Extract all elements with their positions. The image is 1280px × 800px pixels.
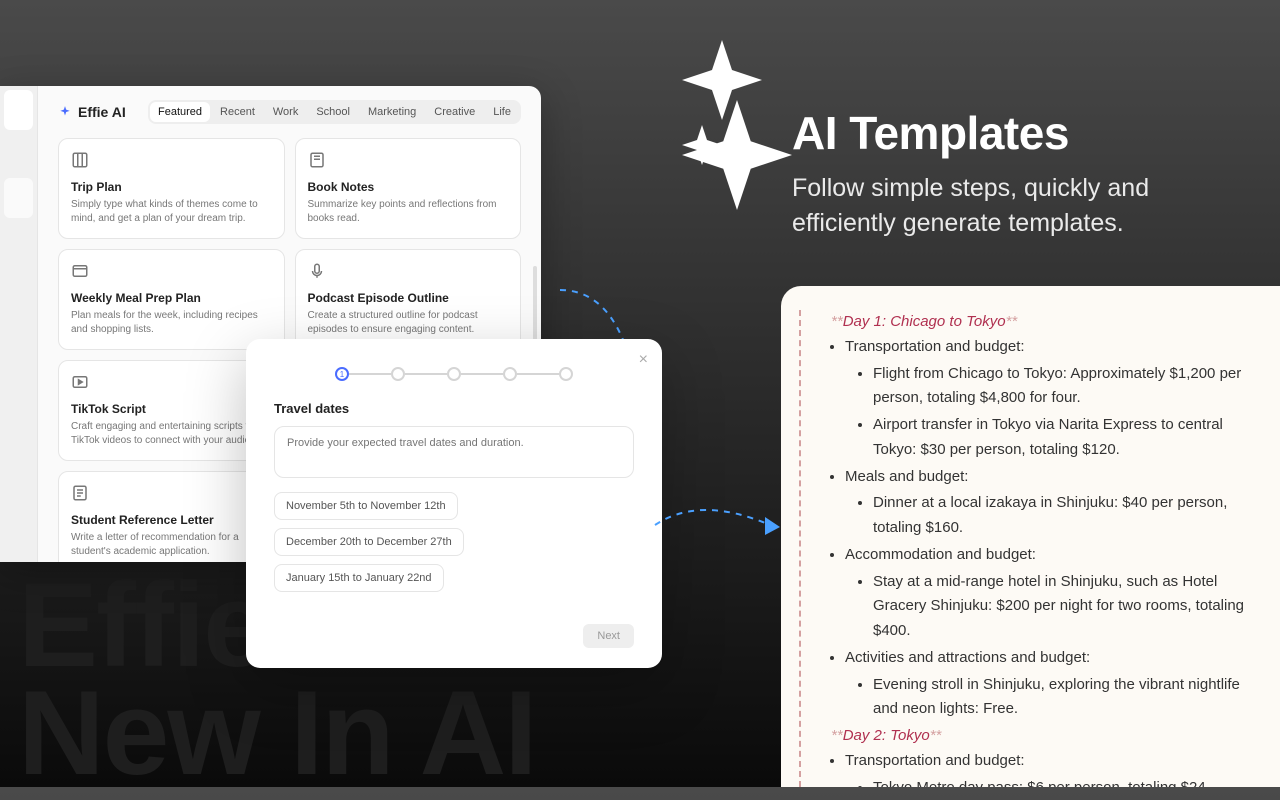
tab-work[interactable]: Work: [265, 102, 306, 122]
card-title: Weekly Meal Prep Plan: [71, 291, 272, 305]
list-item: Airport transfer in Tokyo via Narita Exp…: [873, 413, 1250, 463]
template-card-trip-plan[interactable]: Trip Plan Simply type what kinds of them…: [58, 138, 285, 239]
video-icon: [71, 373, 89, 391]
step-1: 1: [335, 367, 349, 381]
next-button[interactable]: Next: [583, 624, 634, 648]
step-3: [447, 367, 461, 381]
sidebar-strip: [0, 86, 38, 562]
list-item: Tokyo Metro day pass: $6 per person, tot…: [873, 776, 1250, 788]
list-item: Transportation and budget:: [845, 335, 1250, 360]
step-4: [503, 367, 517, 381]
close-icon[interactable]: ×: [639, 351, 648, 369]
day-heading: **Day 2: Tokyo**: [831, 724, 1250, 749]
list-item: Accommodation and budget:: [845, 543, 1250, 568]
tab-marketing[interactable]: Marketing: [360, 102, 424, 122]
hero-section: AI Templates Follow simple steps, quickl…: [792, 108, 1250, 241]
card-title: Trip Plan: [71, 180, 272, 194]
card-desc: Simply type what kinds of themes come to…: [71, 198, 272, 226]
sidebar-tab[interactable]: [4, 178, 33, 218]
sidebar-tab[interactable]: [4, 90, 33, 130]
list-item: Transportation and budget:: [845, 749, 1250, 774]
map-icon: [71, 151, 89, 169]
card-desc: Plan meals for the week, including recip…: [71, 309, 272, 337]
template-card-podcast[interactable]: Podcast Episode Outline Create a structu…: [295, 249, 522, 350]
letter-icon: [71, 484, 89, 502]
book-icon: [308, 151, 326, 169]
card-title: Podcast Episode Outline: [308, 291, 509, 305]
card-title: Book Notes: [308, 180, 509, 194]
template-card-meal-prep[interactable]: Weekly Meal Prep Plan Plan meals for the…: [58, 249, 285, 350]
date-chip[interactable]: January 15th to January 22nd: [274, 564, 444, 592]
food-icon: [71, 262, 89, 280]
card-desc: Create a structured outline for podcast …: [308, 309, 509, 337]
list-item: Evening stroll in Shinjuku, exploring th…: [873, 673, 1250, 723]
card-title: TikTok Script: [71, 402, 272, 416]
step-2: [391, 367, 405, 381]
card-desc: Summarize key points and reflections fro…: [308, 198, 509, 226]
list-item: Dinner at a local izakaya in Shinjuku: $…: [873, 491, 1250, 541]
list-item: Flight from Chicago to Tokyo: Approximat…: [873, 362, 1250, 412]
card-desc: Craft engaging and entertaining scripts …: [71, 420, 272, 448]
hero-subtitle: Follow simple steps, quickly and efficie…: [792, 171, 1250, 241]
category-tabs: Featured Recent Work School Marketing Cr…: [148, 100, 521, 124]
tab-life[interactable]: Life: [485, 102, 519, 122]
tab-featured[interactable]: Featured: [150, 102, 210, 122]
app-title: Effie AI: [58, 104, 126, 120]
hero-title: AI Templates: [792, 108, 1250, 159]
list-item: Activities and attractions and budget:: [845, 646, 1250, 671]
date-chip[interactable]: November 5th to November 12th: [274, 492, 458, 520]
output-panel: **Day 1: Chicago to Tokyo** Transportati…: [781, 286, 1280, 787]
tab-recent[interactable]: Recent: [212, 102, 263, 122]
tab-school[interactable]: School: [308, 102, 358, 122]
field-label: Travel dates: [274, 401, 634, 416]
list-item: Meals and budget:: [845, 465, 1250, 490]
tab-creative[interactable]: Creative: [426, 102, 483, 122]
day-heading: **Day 1: Chicago to Tokyo**: [831, 310, 1250, 335]
template-card-book-notes[interactable]: Book Notes Summarize key points and refl…: [295, 138, 522, 239]
step-5: [559, 367, 573, 381]
wizard-modal: × 1 Travel dates November 5th to Novembe…: [246, 339, 662, 668]
list-item: Stay at a mid-range hotel in Shinjuku, s…: [873, 570, 1250, 644]
travel-dates-input[interactable]: [274, 426, 634, 478]
card-desc: Write a letter of recommendation for a s…: [71, 531, 272, 559]
card-title: Student Reference Letter: [71, 513, 272, 527]
arrow-decoration: [650, 485, 800, 565]
mic-icon: [308, 262, 326, 280]
step-indicator: 1: [274, 367, 634, 381]
sparkle-icon: [58, 105, 72, 119]
date-chip[interactable]: December 20th to December 27th: [274, 528, 464, 556]
